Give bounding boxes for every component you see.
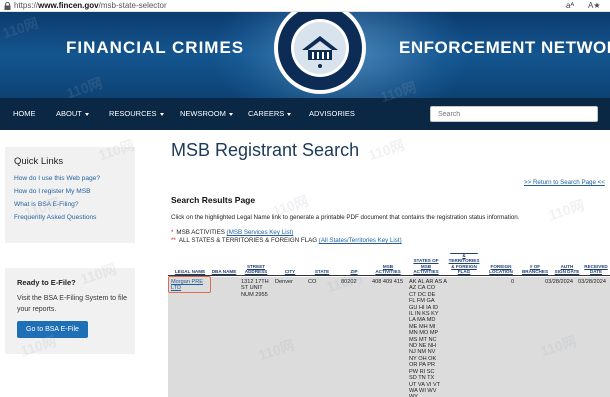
quick-link-register-msb[interactable]: How do I register My MSB [14,185,135,198]
efile-text: Visit the BSA E-Filing System to file yo… [17,295,127,313]
nav-about-label: ABOUT [56,109,82,118]
nav-home-label: HOME [13,109,36,118]
nav-resources[interactable]: RESOURCES [109,98,164,130]
nav-advisories[interactable]: ADVISORIES [309,98,355,130]
nav-home[interactable]: HOME [13,98,36,130]
results-table: LEGAL NAME DBA NAME STREET ADDRESS CITY … [168,252,610,397]
url-path: /msb-state-selector [98,1,167,10]
col-all-states-flag[interactable]: ALL STATES & TERRITORIES & FOREIGN FLAG [446,252,482,274]
key2-text: ALL STATES & TERRITORIES & FOREIGN FLAG [178,237,318,244]
cell-city: Denver [275,279,294,285]
key1-marker: * [171,229,174,236]
msb-services-key-link[interactable]: (MSB Services Key List) [227,229,294,236]
return-to-search-link[interactable]: >> Return to Search Page << [524,179,605,186]
col-branches[interactable]: # OF BRANCHES [520,264,550,274]
quick-links-panel: Quick Links How do I use this Web page? … [5,147,135,243]
url-text[interactable]: https://www.fincen.gov/msb-state-selecto… [14,0,167,12]
nav-newsroom[interactable]: NEWSROOM [180,98,233,130]
watermark: 110网 [546,196,587,224]
key2-marker: ** [171,237,176,244]
col-state[interactable]: STATE [308,269,336,274]
nav-about[interactable]: ABOUT [56,98,89,130]
quick-link-use-page[interactable]: How do I use this Web page? [14,172,135,185]
cell-received-date: 03/28/2024 [578,279,606,285]
fincen-seal-logo[interactable] [272,12,368,96]
col-received-date[interactable]: RECEIVED DATE [582,264,610,274]
col-legal-name[interactable]: LEGAL NAME [170,269,210,274]
chevron-down-icon [287,112,292,116]
browser-address-bar[interactable]: https://www.fincen.gov/msb-state-selecto… [0,0,610,12]
main-nav: HOME ABOUT RESOURCES NEWSROOM CAREERS AD… [0,98,610,130]
efile-heading: Ready to E-File? [17,278,76,287]
banner-title-right: ENFORCEMENT NETWORK [399,38,610,57]
col-foreign-location[interactable]: FOREIGN LOCATION [484,264,518,274]
col-dba-name[interactable]: DBA NAME [210,269,238,274]
msb-activities-key: * MSB ACTIVITIES (MSB Services Key List) [171,229,293,236]
quick-link-faq[interactable]: Frequently Asked Questions [14,211,135,224]
nav-careers[interactable]: CAREERS [248,98,292,130]
chevron-down-icon [159,112,164,116]
col-msb-activities[interactable]: MSB ACTIVITIES [372,264,404,274]
cell-branches: 0 [511,279,515,285]
text-size-icon[interactable]: A★ [588,0,601,12]
banner-title-left: FINANCIAL CRIMES [66,38,245,57]
efile-panel: Ready to E-File? Visit the BSA E-Filing … [5,268,135,354]
table-header-row: LEGAL NAME DBA NAME STREET ADDRESS CITY … [168,252,610,276]
cell-zip: 80202 [341,279,357,285]
col-zip[interactable]: ZIP [342,269,366,274]
col-auth-sign-date[interactable]: AUTH SIGN DATE [552,264,582,274]
col-states-of-msb[interactable]: STATES OF MSB ACTIVITIES [408,258,444,274]
url-scheme: https:// [14,1,39,10]
cell-msb-activities: 408 409 415 [372,279,404,285]
site-banner: FINANCIAL CRIMES ENFORCEMENT NETWORK [0,12,610,98]
lock-icon [4,2,11,10]
quick-links-heading: Quick Links [14,156,64,167]
nav-newsroom-label: NEWSROOM [180,109,226,118]
page-title: MSB Registrant Search [171,140,360,160]
legal-name-highlight [168,276,211,293]
nav-advisories-label: ADVISORIES [309,109,355,118]
col-city[interactable]: CITY [276,269,304,274]
cell-state: CO [308,279,317,285]
results-heading: Search Results Page [171,195,256,205]
table-row: Morgan PRE LTD 1312 17TH ST UNIT NUM 295… [168,277,610,397]
nav-resources-label: RESOURCES [109,109,157,118]
states-key: ** ALL STATES & TERRITORIES & FOREIGN FLA… [171,237,402,244]
quick-link-bsa-efiling[interactable]: What is BSA E-Filing? [14,198,135,211]
url-host: www.fincen.gov [38,1,99,10]
read-aloud-icon[interactable]: aᴬ [566,0,574,12]
cell-street-address: 1312 17TH ST UNIT NUM 2955 [241,279,269,298]
chevron-down-icon [228,112,233,116]
instructions-text: Click on the highlighted Legal Name link… [171,214,520,221]
chevron-down-icon [84,112,89,116]
col-street-address[interactable]: STREET ADDRESS [240,264,272,274]
nav-careers-label: CAREERS [248,109,285,118]
watermark: 110网 [366,136,407,164]
states-territories-key-link[interactable]: (All States/Territories Key List) [319,237,402,244]
cell-auth-sign-date: 03/28/2024 [545,279,573,285]
search-input[interactable] [430,106,598,122]
bsa-efile-button[interactable]: Go to BSA E-File [17,321,88,338]
cell-states-of-msb: AK AL AR AS A AZ CA CO CT DC DE FL FM GA… [409,279,448,397]
key1-text: MSB ACTIVITIES [176,229,225,236]
